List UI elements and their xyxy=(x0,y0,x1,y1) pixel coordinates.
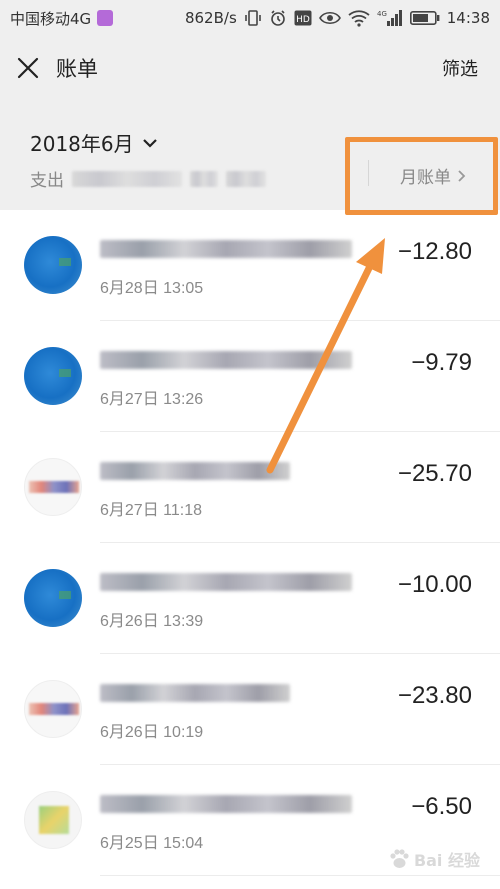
carrier-label: 中国移动4G xyxy=(10,9,92,28)
status-bar: 中国移动4G 862B/s HD 4G 14:38 xyxy=(0,0,500,36)
image-icon xyxy=(97,10,114,26)
month-summary: 2018年6月 支出 月账单 xyxy=(0,100,500,210)
page-title: 账单 xyxy=(56,57,98,81)
merchant-avatar xyxy=(24,680,82,738)
transaction-row[interactable]: 6月26日 13:39 −10.00 xyxy=(0,543,500,654)
hd-icon: HD xyxy=(294,10,312,26)
battery-icon xyxy=(409,10,440,26)
watermark: Bai 经验 xyxy=(388,847,480,871)
transaction-date: 6月28日 13:05 xyxy=(100,280,204,297)
close-icon xyxy=(17,57,39,79)
eye-icon xyxy=(318,10,341,26)
svg-text:HD: HD xyxy=(296,15,310,25)
transaction-amount: −10.00 xyxy=(397,571,472,598)
chevron-right-icon xyxy=(458,169,466,182)
month-picker[interactable]: 2018年6月 xyxy=(30,128,158,157)
merchant-name-redacted xyxy=(100,684,290,702)
close-button[interactable] xyxy=(14,54,42,82)
monthly-bill-link[interactable]: 月账单 xyxy=(400,163,467,188)
status-indicators: 862B/s HD 4G 14:38 xyxy=(185,9,490,27)
divider xyxy=(368,160,369,186)
paw-icon xyxy=(390,849,409,868)
merchant-avatar xyxy=(24,791,82,849)
wifi-icon xyxy=(348,9,370,27)
transaction-amount: −9.79 xyxy=(411,349,472,376)
chevron-down-icon xyxy=(142,138,157,148)
watermark-text: Bai 经验 xyxy=(413,851,480,870)
income-amount-redacted xyxy=(226,170,266,187)
month-label: 2018年6月 xyxy=(30,132,134,156)
merchant-avatar xyxy=(24,458,82,516)
spend-amount-redacted xyxy=(72,170,182,187)
network-speed: 862B/s xyxy=(184,9,237,27)
spend-summary: 支出 xyxy=(30,166,266,191)
monthly-bill-label: 月账单 xyxy=(400,168,451,188)
svg-text:4G: 4G xyxy=(377,10,387,18)
vibrate-icon xyxy=(244,9,262,27)
merchant-avatar xyxy=(24,236,82,294)
transaction-date: 6月27日 11:18 xyxy=(100,502,202,519)
app-header: 账单 筛选 xyxy=(0,36,500,100)
transaction-amount: −25.70 xyxy=(397,460,472,487)
merchant-name-redacted xyxy=(100,462,290,480)
transaction-list: 6月28日 13:05 −12.80 6月27日 13:26 −9.79 6月27日 1… xyxy=(0,210,500,876)
transaction-date: 6月26日 10:19 xyxy=(100,724,204,741)
merchant-name-redacted xyxy=(100,573,352,591)
transaction-date: 6月26日 13:39 xyxy=(100,613,204,630)
transaction-amount: −6.50 xyxy=(411,793,472,820)
transaction-amount: −12.80 xyxy=(397,238,472,265)
merchant-avatar xyxy=(24,569,82,627)
spend-label: 支出 xyxy=(30,171,64,191)
signal-4g-icon: 4G xyxy=(377,9,403,27)
transaction-row[interactable]: 6月26日 10:19 −23.80 xyxy=(0,654,500,765)
transaction-date: 6月27日 13:26 xyxy=(100,391,204,408)
row-divider xyxy=(100,875,500,876)
transaction-row[interactable]: 6月27日 13:26 −9.79 xyxy=(0,321,500,432)
transaction-date: 6月25日 15:04 xyxy=(100,835,204,852)
transaction-row[interactable]: 6月28日 13:05 −12.80 xyxy=(0,210,500,321)
merchant-name-redacted xyxy=(100,240,352,258)
merchant-name-redacted xyxy=(100,351,352,369)
filter-button[interactable]: 筛选 xyxy=(442,55,478,81)
merchant-avatar xyxy=(24,347,82,405)
merchant-name-redacted xyxy=(100,795,352,813)
alarm-icon xyxy=(269,9,287,27)
income-label-redacted xyxy=(190,170,218,187)
transaction-row[interactable]: 6月27日 11:18 −25.70 xyxy=(0,432,500,543)
clock-time: 14:38 xyxy=(446,9,490,27)
transaction-amount: −23.80 xyxy=(397,682,472,709)
